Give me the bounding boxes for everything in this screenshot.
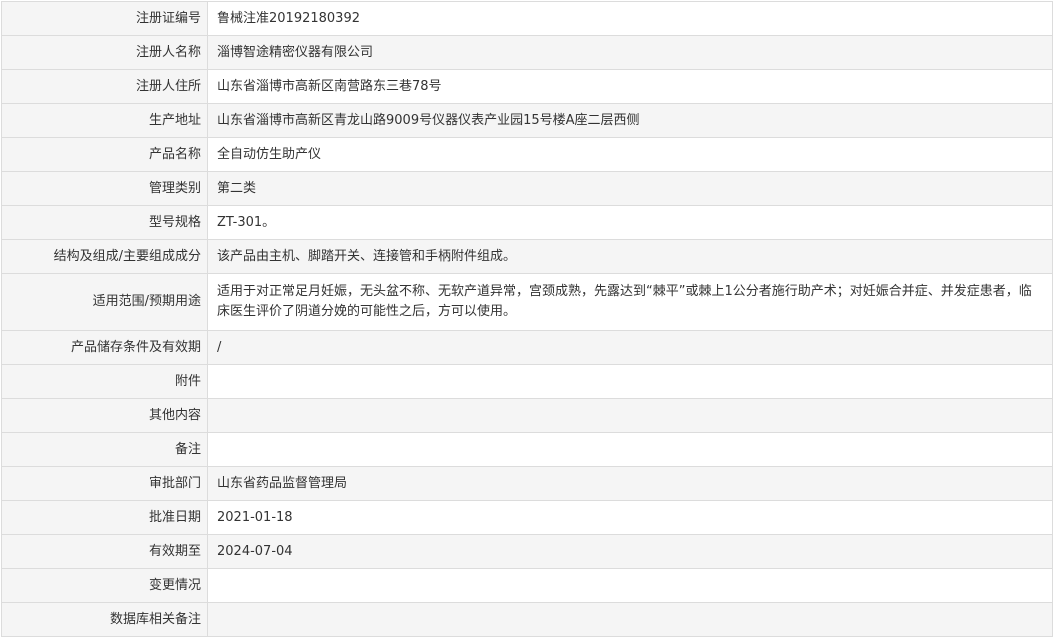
row-value: 淄博智途精密仪器有限公司 [207, 35, 1053, 70]
table-row: 备注 [1, 432, 1053, 467]
row-value: 该产品由主机、脚踏开关、连接管和手柄附件组成。 [207, 239, 1053, 274]
row-label: 附件 [1, 364, 208, 399]
row-label: 产品储存条件及有效期 [1, 330, 208, 365]
row-value [207, 364, 1053, 399]
registration-detail-table: 注册证编号 鲁械注准20192180392 注册人名称 淄博智途精密仪器有限公司… [1, 1, 1053, 637]
row-value: 第二类 [207, 171, 1053, 206]
table-row: 其他内容 [1, 398, 1053, 433]
row-value: 鲁械注准20192180392 [207, 1, 1053, 36]
table-row: 注册人名称 淄博智途精密仪器有限公司 [1, 35, 1053, 70]
table-row: 批准日期 2021-01-18 [1, 500, 1053, 535]
row-value: / [207, 330, 1053, 365]
row-label: 注册证编号 [1, 1, 208, 36]
row-label: 注册人住所 [1, 69, 208, 104]
row-label: 注册人名称 [1, 35, 208, 70]
table-row: 产品储存条件及有效期 / [1, 330, 1053, 365]
row-value: 2024-07-04 [207, 534, 1053, 569]
table-row: 产品名称 全自动仿生助产仪 [1, 137, 1053, 172]
table-row: 管理类别 第二类 [1, 171, 1053, 206]
row-label: 结构及组成/主要组成成分 [1, 239, 208, 274]
table-row: 注册证编号 鲁械注准20192180392 [1, 1, 1053, 36]
row-value: 2021-01-18 [207, 500, 1053, 535]
row-value: 山东省淄博市高新区青龙山路9009号仪器仪表产业园15号楼A座二层西侧 [207, 103, 1053, 138]
table-row: 适用范围/预期用途 适用于对正常足月妊娠，无头盆不称、无软产道异常，宫颈成熟，先… [1, 273, 1053, 331]
row-value [207, 398, 1053, 433]
table-row: 型号规格 ZT-301。 [1, 205, 1053, 240]
row-value: 山东省淄博市高新区南营路东三巷78号 [207, 69, 1053, 104]
table-row: 有效期至 2024-07-04 [1, 534, 1053, 569]
table-row: 生产地址 山东省淄博市高新区青龙山路9009号仪器仪表产业园15号楼A座二层西侧 [1, 103, 1053, 138]
row-label: 适用范围/预期用途 [1, 273, 208, 331]
row-value: 适用于对正常足月妊娠，无头盆不称、无软产道异常，宫颈成熟，先露达到“棘平”或棘上… [207, 273, 1053, 331]
row-value [207, 432, 1053, 467]
row-label: 审批部门 [1, 466, 208, 501]
row-value: 全自动仿生助产仪 [207, 137, 1053, 172]
row-label: 型号规格 [1, 205, 208, 240]
table-row: 附件 [1, 364, 1053, 399]
row-label: 数据库相关备注 [1, 602, 208, 637]
row-label: 其他内容 [1, 398, 208, 433]
row-value: ZT-301。 [207, 205, 1053, 240]
table-row: 数据库相关备注 [1, 602, 1053, 637]
row-label: 变更情况 [1, 568, 208, 603]
row-label: 管理类别 [1, 171, 208, 206]
row-value [207, 602, 1053, 637]
table-row: 变更情况 [1, 568, 1053, 603]
row-label: 批准日期 [1, 500, 208, 535]
row-label: 产品名称 [1, 137, 208, 172]
row-label: 生产地址 [1, 103, 208, 138]
row-label: 备注 [1, 432, 208, 467]
row-label: 有效期至 [1, 534, 208, 569]
row-value [207, 568, 1053, 603]
table-row: 结构及组成/主要组成成分 该产品由主机、脚踏开关、连接管和手柄附件组成。 [1, 239, 1053, 274]
table-row: 注册人住所 山东省淄博市高新区南营路东三巷78号 [1, 69, 1053, 104]
table-row: 审批部门 山东省药品监督管理局 [1, 466, 1053, 501]
row-value: 山东省药品监督管理局 [207, 466, 1053, 501]
